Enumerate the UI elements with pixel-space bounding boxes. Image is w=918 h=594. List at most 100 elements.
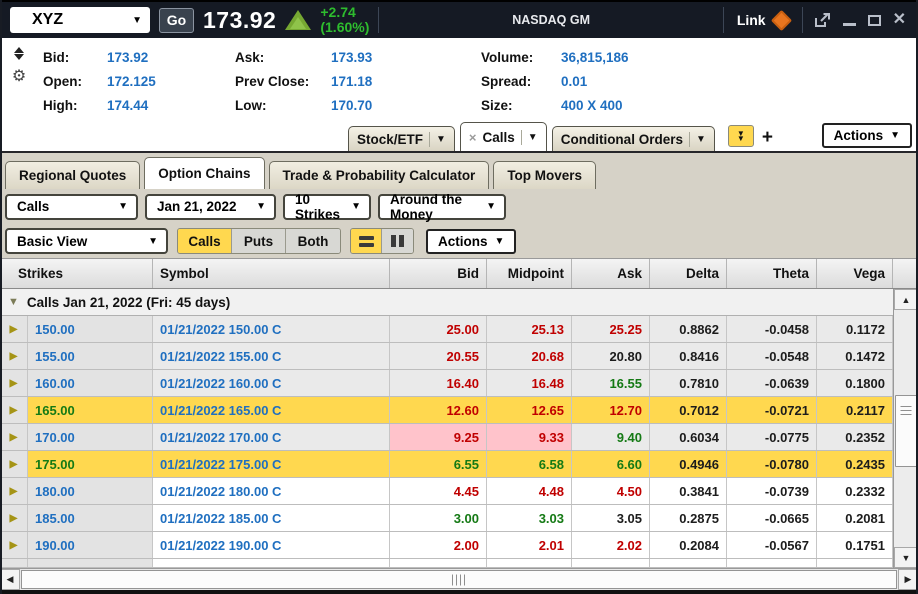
bid-cell[interactable]: 16.40 (390, 370, 487, 396)
delta-cell[interactable]: 0.2084 (650, 532, 727, 558)
theta-cell[interactable]: -0.0739 (727, 478, 817, 504)
theta-cell[interactable]: -0.0567 (727, 532, 817, 558)
theta-cell[interactable]: -0.0639 (727, 370, 817, 396)
add-tab-button[interactable]: + (762, 128, 773, 147)
collapse-panel-icon[interactable] (14, 47, 24, 60)
vega-cell[interactable]: 0.1472 (817, 343, 893, 369)
bid-cell[interactable]: 9.25 (390, 424, 487, 450)
ask-cell[interactable]: 25.25 (572, 316, 650, 342)
column-header-ask[interactable]: Ask (572, 259, 650, 288)
vertical-scroll-thumb[interactable] (895, 395, 917, 467)
vega-cell[interactable]: 0.1800 (817, 370, 893, 396)
column-header-bid[interactable]: Bid (390, 259, 487, 288)
symbol-cell[interactable]: 01/21/2022 150.00 C (153, 316, 390, 342)
segment-both[interactable]: Both (286, 229, 340, 253)
table-row[interactable]: ▶175.0001/21/2022 175.00 C6.556.586.600.… (0, 451, 893, 478)
table-row[interactable]: ▶160.0001/21/2022 160.00 C16.4016.4816.5… (0, 370, 893, 397)
vega-cell[interactable]: 0.2332 (817, 478, 893, 504)
chevron-down-icon[interactable]: ▼ (528, 132, 538, 143)
link-control[interactable]: Link (733, 12, 793, 28)
symbol-cell[interactable]: 01/21/2022 180.00 C (153, 478, 390, 504)
strike-cell[interactable]: 170.00 (28, 424, 153, 450)
table-row[interactable]: ▶150.0001/21/2022 150.00 C25.0025.1325.2… (0, 316, 893, 343)
link-diamond-icon[interactable] (770, 9, 791, 30)
mid-cell[interactable]: 12.65 (487, 397, 572, 423)
chevron-down-icon[interactable]: ▼ (436, 134, 446, 145)
mid-cell[interactable]: 20.68 (487, 343, 572, 369)
vega-cell[interactable]: 0.2117 (817, 397, 893, 423)
row-expander[interactable]: ▶ (0, 451, 28, 477)
table-row[interactable]: ▶190.0001/21/2022 190.00 C2.002.012.020.… (0, 532, 893, 559)
row-expander[interactable]: ▶ (0, 532, 28, 558)
symbol-cell[interactable]: 01/21/2022 160.00 C (153, 370, 390, 396)
column-header-delta[interactable]: Delta (650, 259, 727, 288)
moneyness-dropdown[interactable]: Around the Money ▼ (378, 194, 506, 220)
vega-cell[interactable]: 0.1751 (817, 532, 893, 558)
mid-cell[interactable]: 4.48 (487, 478, 572, 504)
row-expander[interactable]: ▶ (0, 343, 28, 369)
strike-cell[interactable]: 155.00 (28, 343, 153, 369)
actions-menu-button[interactable]: Actions ▼ (822, 123, 912, 148)
delta-cell[interactable]: 0.8862 (650, 316, 727, 342)
strike-cell[interactable]: 185.00 (28, 505, 153, 531)
vega-cell[interactable]: 0.2435 (817, 451, 893, 477)
theta-cell[interactable]: -0.0665 (727, 505, 817, 531)
close-icon[interactable]: ✕ (893, 12, 906, 28)
symbol-cell[interactable]: 01/21/2022 190.00 C (153, 532, 390, 558)
row-expander[interactable]: ▶ (0, 478, 28, 504)
view-dropdown[interactable]: Basic View ▼ (5, 228, 168, 254)
bid-cell[interactable]: 6.55 (390, 451, 487, 477)
subtab-stock-etf[interactable]: Stock/ETF ▼ (348, 126, 455, 151)
scroll-left-button[interactable]: ◀ (0, 569, 20, 590)
ask-cell[interactable]: 20.80 (572, 343, 650, 369)
theta-cell[interactable]: -0.0780 (727, 451, 817, 477)
vertical-scrollbar[interactable]: ▲ ▼ (893, 289, 918, 568)
row-expander[interactable]: ▶ (0, 370, 28, 396)
bid-cell[interactable]: 12.60 (390, 397, 487, 423)
bid-cell[interactable]: 25.00 (390, 316, 487, 342)
delta-cell[interactable]: 0.3841 (650, 478, 727, 504)
delta-cell[interactable]: 0.6034 (650, 424, 727, 450)
symbol-cell[interactable]: 01/21/2022 155.00 C (153, 343, 390, 369)
column-header-symbol[interactable]: Symbol (153, 259, 390, 288)
segment-calls[interactable]: Calls (178, 229, 232, 253)
tab-regional-quotes[interactable]: Regional Quotes (5, 161, 140, 189)
column-header-vega[interactable]: Vega (817, 259, 893, 288)
chevron-down-icon[interactable]: ▼ (132, 15, 142, 26)
row-expander[interactable]: ▶ (0, 316, 28, 342)
tab-option-chains[interactable]: Option Chains (144, 157, 264, 189)
collapse-group-icon[interactable]: ▼ (8, 296, 19, 308)
horizontal-scrollbar[interactable]: ◀ ▶ (0, 568, 918, 590)
vega-cell[interactable]: 0.1172 (817, 316, 893, 342)
theta-cell[interactable]: -0.0458 (727, 316, 817, 342)
close-tab-icon[interactable]: × (469, 130, 477, 145)
bid-cell[interactable]: 3.00 (390, 505, 487, 531)
ask-cell[interactable]: 12.70 (572, 397, 650, 423)
mid-cell[interactable]: 6.58 (487, 451, 572, 477)
symbol-cell[interactable]: 01/21/2022 175.00 C (153, 451, 390, 477)
mid-cell[interactable]: 2.01 (487, 532, 572, 558)
strikes-count-dropdown[interactable]: 10 Strikes ▼ (283, 194, 371, 220)
theta-cell[interactable]: -0.0548 (727, 343, 817, 369)
mid-cell[interactable]: 16.48 (487, 370, 572, 396)
ask-cell[interactable]: 2.02 (572, 532, 650, 558)
tab-top-movers[interactable]: Top Movers (493, 161, 596, 189)
horizontal-scroll-thumb[interactable] (21, 570, 897, 589)
strike-cell[interactable]: 175.00 (28, 451, 153, 477)
ask-cell[interactable]: 4.50 (572, 478, 650, 504)
tab-trade-probability-calculator[interactable]: Trade & Probability Calculator (269, 161, 490, 189)
ask-cell[interactable]: 9.40 (572, 424, 650, 450)
symbol-cell[interactable]: 01/21/2022 165.00 C (153, 397, 390, 423)
chain-actions-button[interactable]: Actions ▼ (426, 229, 516, 254)
vega-cell[interactable]: 0.2352 (817, 424, 893, 450)
subtab-calls[interactable]: × Calls ▼ (460, 122, 547, 151)
ask-cell[interactable]: 3.05 (572, 505, 650, 531)
mid-cell[interactable]: 9.33 (487, 424, 572, 450)
symbol-input[interactable]: XYZ ▼ (10, 7, 150, 33)
segment-puts[interactable]: Puts (232, 229, 286, 253)
table-row[interactable]: ▶180.0001/21/2022 180.00 C4.454.484.500.… (0, 478, 893, 505)
table-row[interactable]: ▶165.0001/21/2022 165.00 C12.6012.6512.7… (0, 397, 893, 424)
go-button[interactable]: Go (159, 8, 194, 33)
row-expander[interactable]: ▶ (0, 397, 28, 423)
ask-cell[interactable]: 16.55 (572, 370, 650, 396)
